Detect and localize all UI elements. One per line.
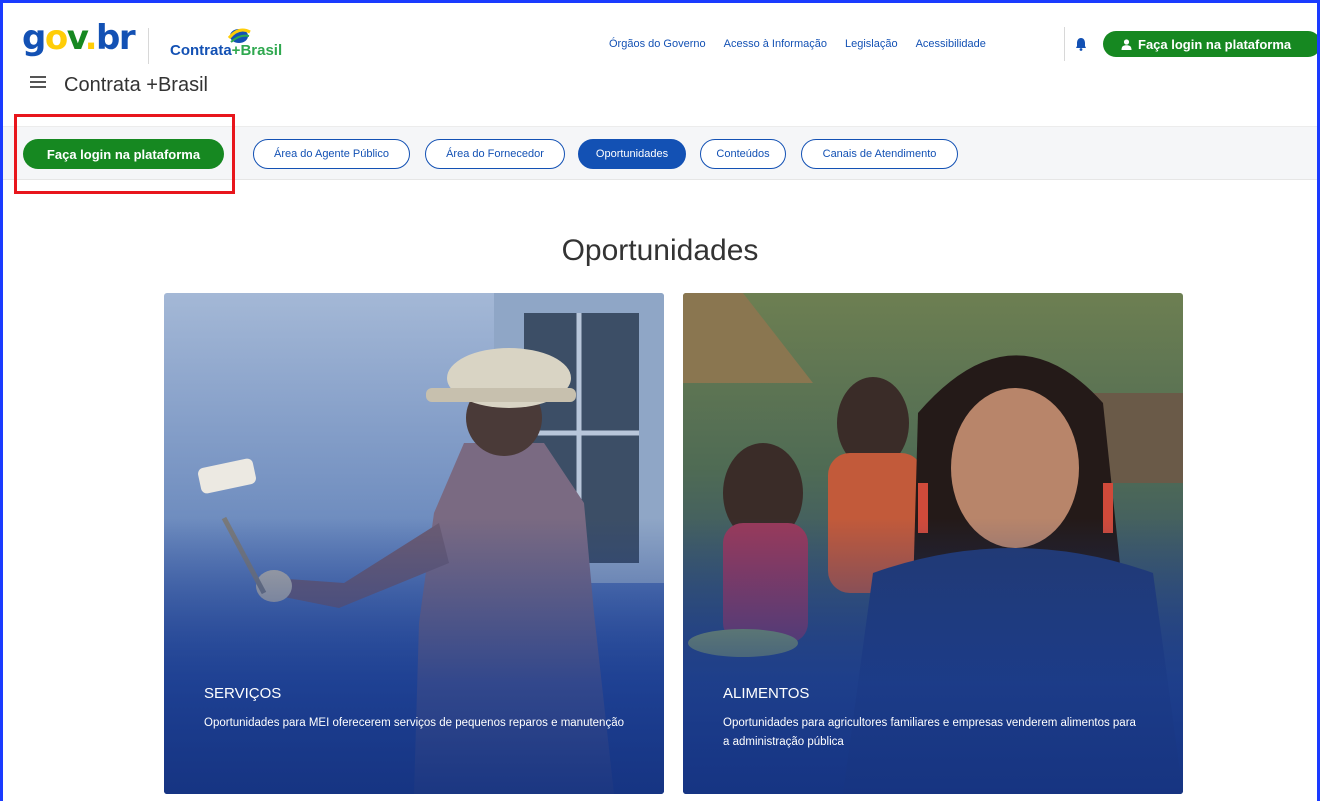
card-alimentos[interactable]: ALIMENTOS Oportunidades para agricultore…: [683, 293, 1183, 794]
card-description: Oportunidades para MEI oferecerem serviç…: [204, 717, 624, 729]
tab-canais-de-atendimento[interactable]: Canais de Atendimento: [801, 139, 958, 169]
menu-icon[interactable]: [30, 76, 46, 90]
header-login-label: Faça login na plataforma: [1138, 36, 1292, 52]
govbr-logo[interactable]: gov.br: [22, 18, 136, 58]
link-acessibilidade[interactable]: Acessibilidade: [916, 38, 986, 50]
site-title: Contrata +Brasil: [64, 74, 208, 96]
card-servicos[interactable]: SERVIÇOS Oportunidades para MEI oferecer…: [164, 293, 664, 794]
tab-area-do-agente-publico[interactable]: Área do Agente Público: [253, 139, 410, 169]
card-shade: [683, 518, 1183, 794]
contrata-logo-text: Contrata+Brasil: [170, 42, 283, 59]
contrata-brasil-logo[interactable]: Contrata+Brasil: [170, 24, 290, 64]
card-title: SERVIÇOS: [204, 685, 282, 702]
page-title: Oportunidades: [561, 234, 759, 268]
card-description: Oportunidades para agricultores familiar…: [723, 717, 1136, 748]
user-icon: [1121, 38, 1132, 50]
link-legislacao[interactable]: Legislação: [845, 38, 898, 50]
header-divider: [1064, 27, 1065, 61]
card-title: ALIMENTOS: [723, 685, 810, 702]
bell-icon[interactable]: [1075, 37, 1087, 51]
top-links: Órgãos do Governo Acesso à Informação Le…: [609, 38, 1004, 50]
link-acesso-a-informacao[interactable]: Acesso à Informação: [724, 38, 827, 50]
card-shade: [164, 518, 664, 794]
tab-area-do-fornecedor[interactable]: Área do Fornecedor: [425, 139, 565, 169]
link-orgaos-do-governo[interactable]: Órgãos do Governo: [609, 38, 706, 50]
login-button[interactable]: Faça login na plataforma: [23, 139, 224, 169]
header-login-button[interactable]: Faça login na plataforma: [1103, 31, 1320, 57]
logo-divider: [148, 28, 149, 64]
tab-oportunidades[interactable]: Oportunidades: [578, 139, 686, 169]
tab-conteudos[interactable]: Conteúdos: [700, 139, 786, 169]
